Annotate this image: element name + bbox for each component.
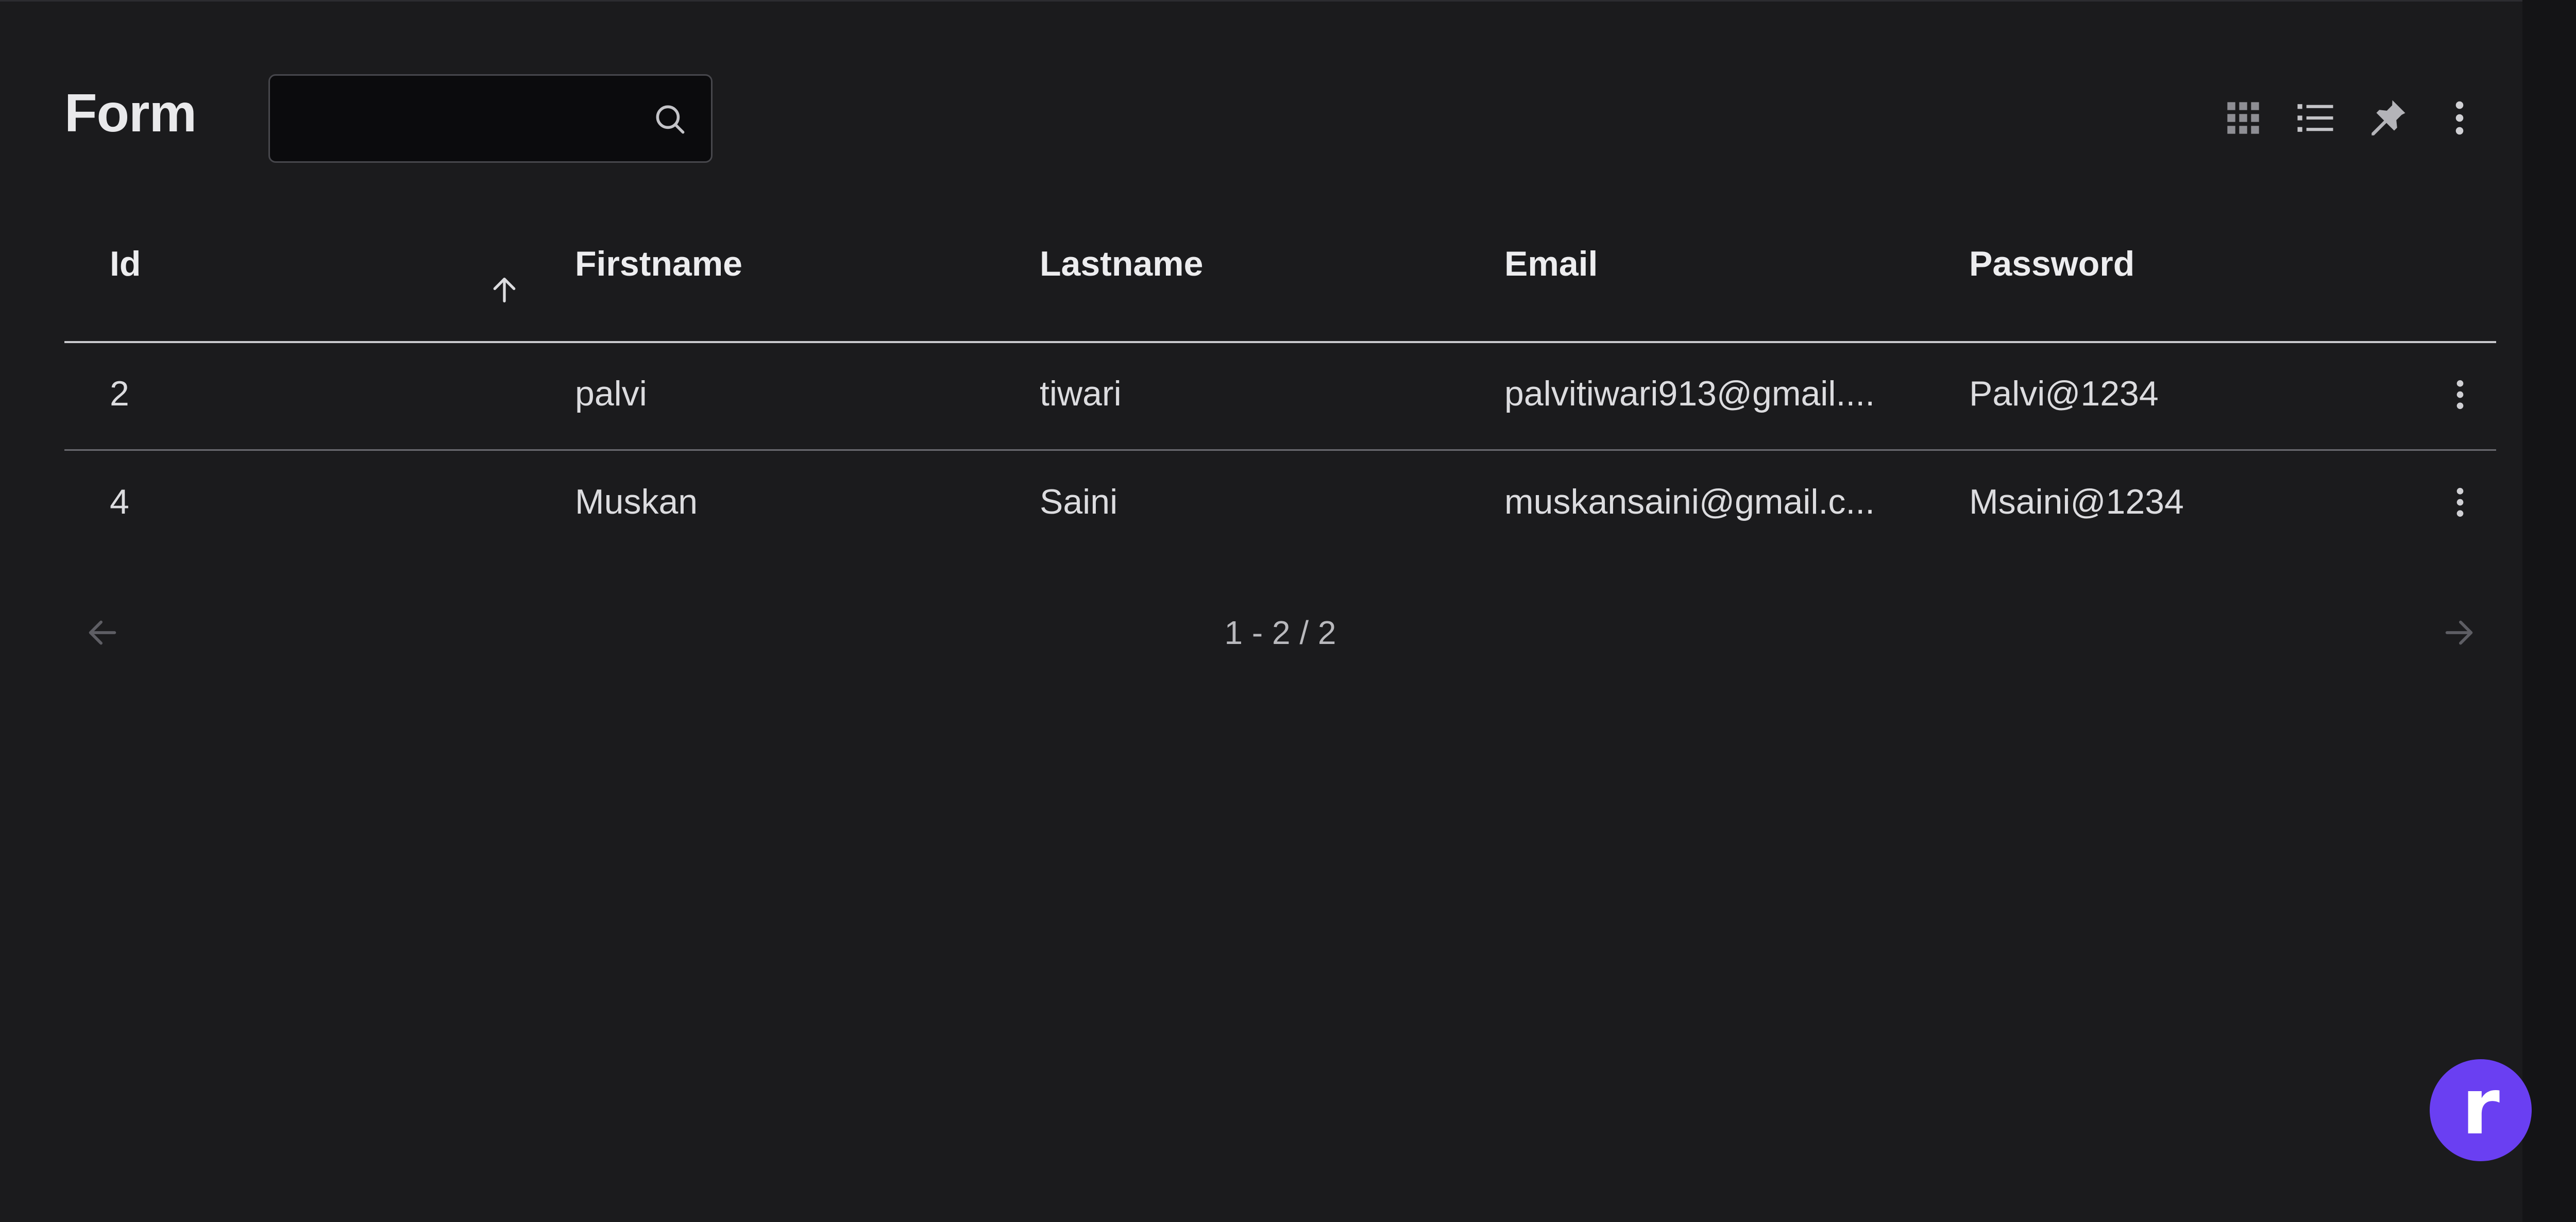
cell-password: Msaini@1234: [1969, 482, 2184, 521]
more-vertical-icon: [2456, 380, 2464, 409]
next-page-button[interactable]: [2441, 615, 2477, 651]
search-icon[interactable]: [651, 100, 689, 139]
grid-view-button[interactable]: [2219, 94, 2267, 142]
list-view-icon: [2297, 104, 2333, 132]
column-header-firstname[interactable]: Firstname: [575, 244, 742, 284]
sort-ascending-icon[interactable]: [488, 274, 521, 307]
app-window: Form Id Firstname Lastname Email Passwor…: [0, 0, 2576, 1222]
cell-id: 2: [110, 374, 129, 413]
page-title: Form: [64, 83, 197, 143]
cell-email: muskansaini@gmail.c...: [1504, 482, 1875, 521]
search-input[interactable]: [291, 76, 653, 162]
pin-button[interactable]: [2364, 94, 2411, 142]
window-edge: [2522, 0, 2576, 1222]
grid-view-icon: [2227, 102, 2259, 134]
cell-firstname: palvi: [575, 374, 647, 413]
previous-page-button[interactable]: [84, 615, 121, 651]
arrow-left-icon: [89, 620, 116, 645]
more-vertical-icon: [2456, 488, 2464, 517]
pin-icon: [2371, 100, 2405, 135]
column-header-lastname[interactable]: Lastname: [1040, 244, 1203, 284]
column-header-password[interactable]: Password: [1969, 244, 2134, 284]
cell-password: Palvi@1234: [1969, 374, 2159, 413]
row-actions-button[interactable]: [2439, 374, 2481, 415]
column-header-email[interactable]: Email: [1504, 244, 1598, 284]
arrow-right-icon: [2445, 620, 2473, 645]
brand-launcher-button[interactable]: r: [2430, 1059, 2532, 1161]
cell-lastname: tiwari: [1040, 374, 1122, 413]
cell-id: 4: [110, 482, 129, 521]
list-view-button[interactable]: [2292, 94, 2339, 142]
pagination-status: 1 - 2 / 2: [1224, 614, 1336, 651]
more-options-button[interactable]: [2436, 94, 2483, 142]
row-actions-button[interactable]: [2439, 482, 2481, 523]
cell-email: palvitiwari913@gmail....: [1504, 374, 1875, 413]
cell-firstname: Muskan: [575, 482, 698, 521]
more-vertical-icon: [2455, 101, 2464, 135]
column-header-id[interactable]: Id: [110, 244, 141, 284]
form-panel: Form Id Firstname Lastname Email Passwor…: [0, 0, 2522, 1222]
brand-logo: r: [2462, 1062, 2500, 1152]
cell-lastname: Saini: [1040, 482, 1118, 521]
table-row[interactable]: 2 palvi tiwari palvitiwari913@gmail.... …: [64, 343, 2496, 446]
search-box[interactable]: [268, 74, 713, 163]
table-row[interactable]: 4 Muskan Saini muskansaini@gmail.c... Ms…: [64, 451, 2496, 554]
